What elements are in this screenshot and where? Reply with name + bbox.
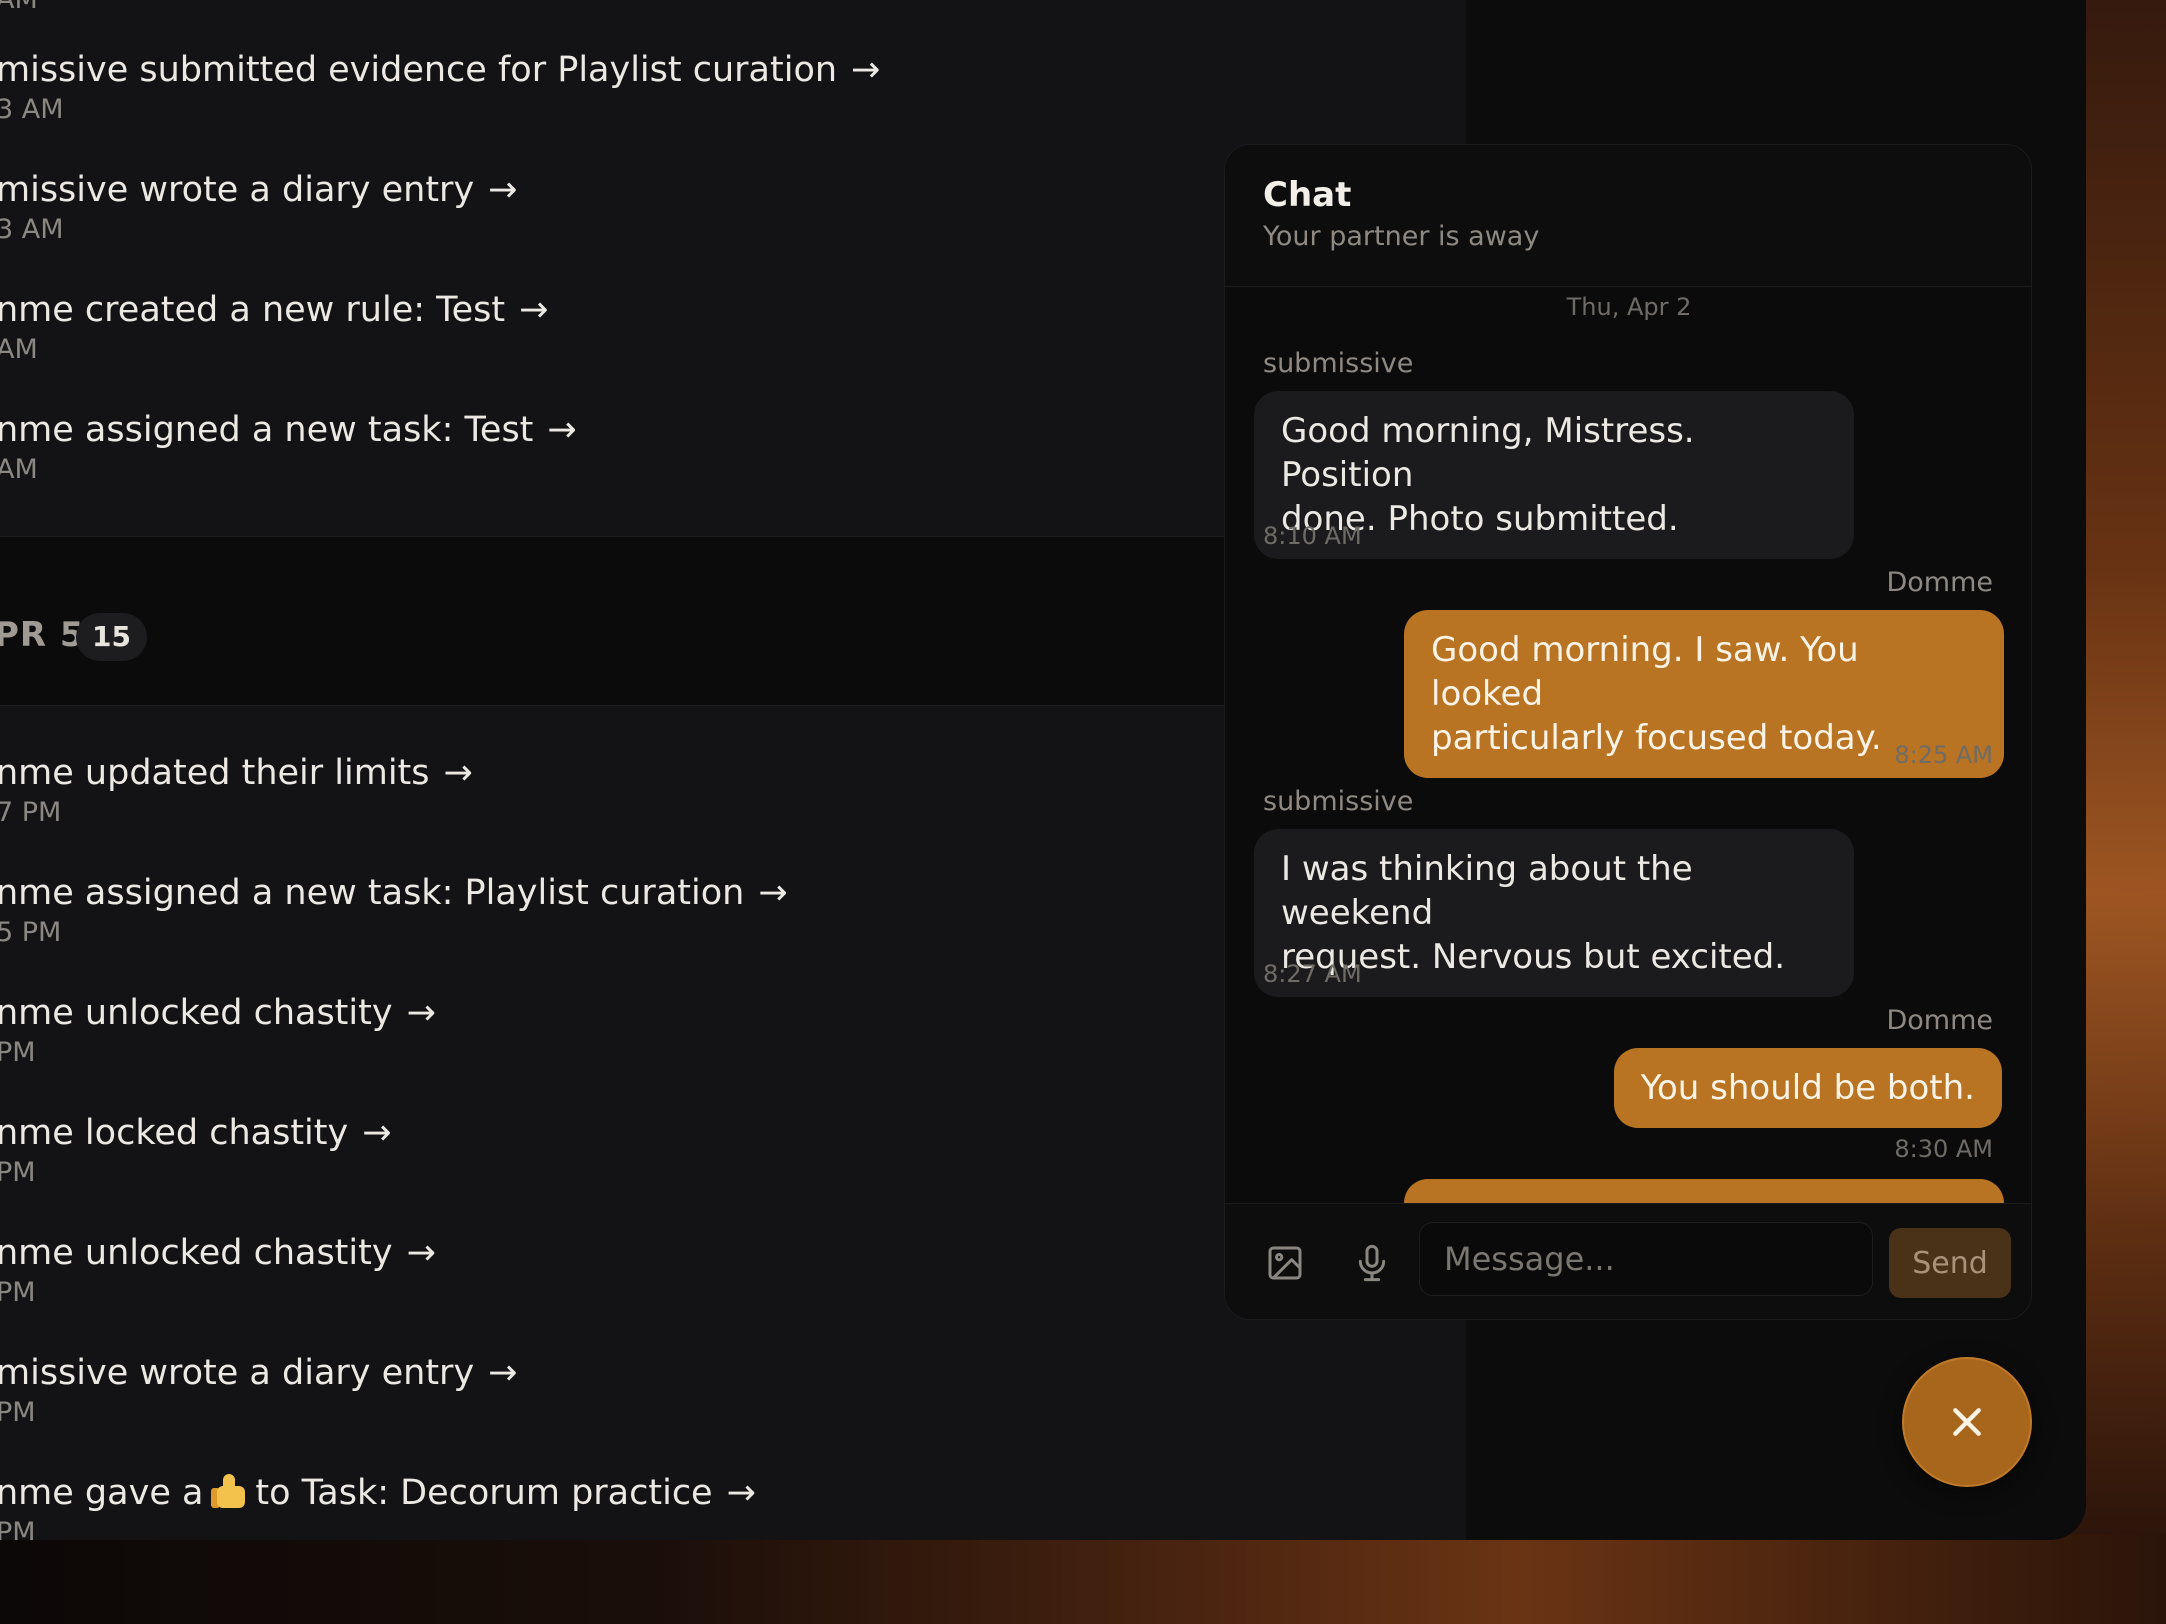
feed-item[interactable]: missive submitted evidence for Playlist … <box>0 48 880 128</box>
feed-item-time: PM <box>0 1157 36 1188</box>
close-chat-button[interactable] <box>1902 1357 2032 1487</box>
feed-item-title: nme unlocked chastity <box>0 1233 393 1273</box>
feed-item-title: missive wrote a diary entry <box>0 170 475 210</box>
message-text-line: Good morning, Mistress. Position <box>1281 411 1695 495</box>
message-time: 8:30 AM <box>1894 1135 1993 1163</box>
message-sender: submissive <box>1263 348 1414 379</box>
message-bubble-outgoing-partial <box>1404 1179 2004 1203</box>
feed-item[interactable]: nme gave a to Task: Decorum practice → PM <box>0 1471 756 1540</box>
feed-item-time: PM <box>0 1277 36 1308</box>
feed-item-title: nme created a new rule: Test <box>0 290 506 330</box>
arrow-right-icon: → <box>443 753 473 793</box>
feed-item[interactable]: missive wrote a diary entry → PM <box>0 1351 518 1431</box>
chat-header: Chat Your partner is away <box>1225 145 2031 287</box>
arrow-right-icon: → <box>547 410 577 450</box>
message-time: 8:10 AM <box>1263 522 1362 550</box>
message-text-line: You should be both. <box>1640 1068 1975 1108</box>
feed-item[interactable]: missive wrote a diary entry → 3 AM <box>0 168 518 248</box>
image-icon[interactable] <box>1260 1238 1310 1288</box>
feed-item-time: 3 AM <box>0 214 64 245</box>
arrow-right-icon: → <box>406 1233 436 1273</box>
feed-item[interactable]: nme updated their limits → 7 PM <box>0 751 473 831</box>
close-icon <box>1953 1408 1981 1436</box>
arrow-right-icon: → <box>488 1353 518 1393</box>
message-text-line: request. Nervous but excited. <box>1281 937 1786 977</box>
feed-item[interactable]: nme unlocked chastity → PM <box>0 1231 436 1311</box>
arrow-right-icon: → <box>851 50 881 90</box>
feed-item-time: PM <box>0 1397 36 1428</box>
arrow-right-icon: → <box>758 873 788 913</box>
feed-item-time: 3 AM <box>0 94 64 125</box>
microphone-icon[interactable] <box>1347 1238 1397 1288</box>
message-text-line: done. Photo submitted. <box>1281 499 1679 539</box>
message-time: 8:27 AM <box>1263 960 1362 988</box>
feed-item-time: PM <box>0 1517 36 1540</box>
feed-item-time: AM <box>0 334 38 365</box>
feed-item-time: PM <box>0 1037 36 1068</box>
arrow-right-icon: → <box>406 993 436 1033</box>
feed-item-cut: AM <box>0 0 38 18</box>
feed-item[interactable]: nme unlocked chastity → PM <box>0 991 436 1071</box>
message-sender: submissive <box>1263 786 1414 817</box>
message-text-line: Good morning. I saw. You looked <box>1431 630 1859 714</box>
feed-item-title: missive wrote a diary entry <box>0 1353 475 1393</box>
chat-date-separator: Thu, Apr 2 <box>1566 293 1692 321</box>
feed-item-time: 7 PM <box>0 797 62 828</box>
message-sender: Domme <box>1886 1005 1993 1036</box>
feed-item[interactable]: nme assigned a new task: Test → AM <box>0 408 577 488</box>
feed-item-time: AM <box>0 454 38 485</box>
background-bottom-glow <box>0 1534 2166 1624</box>
feed-item[interactable]: nme created a new rule: Test → AM <box>0 288 548 368</box>
feed-item-title: nme updated their limits <box>0 753 430 793</box>
feed-item-title: nme locked chastity <box>0 1113 349 1153</box>
arrow-right-icon: → <box>519 290 549 330</box>
feed-item-title: nme assigned a new task: Test <box>0 410 534 450</box>
feed-item-title: missive submitted evidence for Playlist … <box>0 50 838 90</box>
arrow-right-icon: → <box>362 1113 392 1153</box>
message-input[interactable] <box>1419 1222 1873 1296</box>
arrow-right-icon: → <box>726 1473 756 1513</box>
thumbs-up-icon <box>209 1474 249 1510</box>
feed-item-time: 5 PM <box>0 917 62 948</box>
message-sender: Domme <box>1886 567 1993 598</box>
feed-item-title: nme unlocked chastity <box>0 993 393 1033</box>
feed-item-title: nme assigned a new task: Playlist curati… <box>0 873 745 913</box>
message-time: 8:25 AM <box>1894 741 1993 769</box>
send-button[interactable]: Send <box>1889 1228 2011 1298</box>
feed-item-title: nme gave a <box>0 1473 204 1513</box>
chat-panel: Chat Your partner is away Thu, Apr 2 sub… <box>1224 144 2032 1320</box>
feed-item-time: AM <box>0 0 38 18</box>
message-bubble-outgoing: You should be both. <box>1613 1048 2002 1128</box>
day-group-count-badge: 15 <box>76 613 147 661</box>
chat-composer: Send <box>1225 1203 2031 1319</box>
arrow-right-icon: → <box>488 170 518 210</box>
message-text-line: I was thinking about the weekend <box>1281 849 1693 933</box>
day-group-label: PR 5 <box>0 615 85 655</box>
feed-item-title-suffix: to Task: Decorum practice <box>255 1473 713 1513</box>
chat-partner-status: Your partner is away <box>1263 221 1540 252</box>
chat-title: Chat <box>1263 175 1352 215</box>
feed-item[interactable]: nme locked chastity → PM <box>0 1111 392 1191</box>
feed-item[interactable]: nme assigned a new task: Playlist curati… <box>0 871 788 951</box>
